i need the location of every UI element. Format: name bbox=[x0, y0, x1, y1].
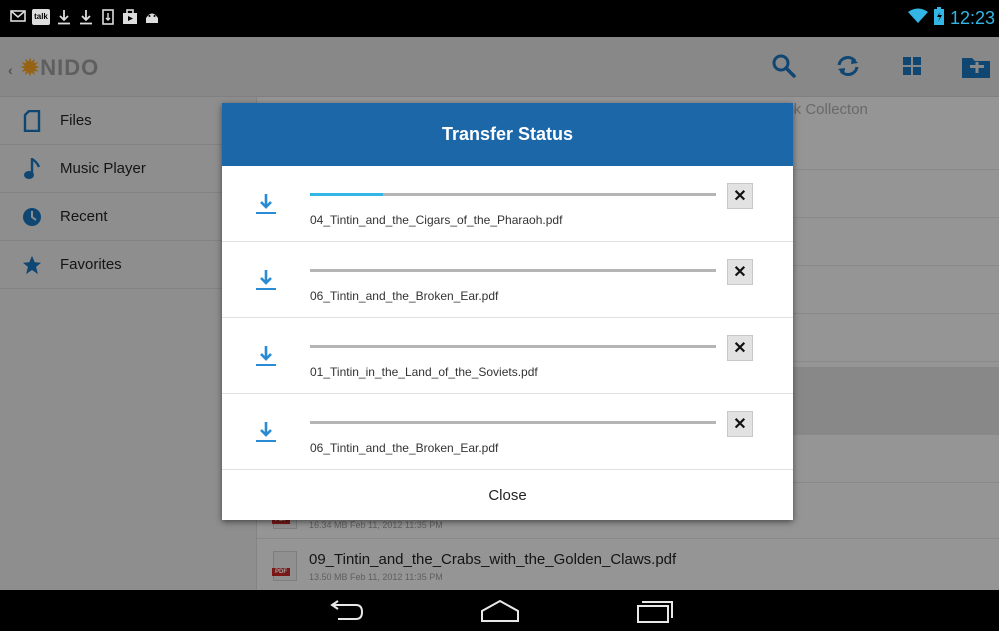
transfer-item: 06_Tintin_and_the_Broken_Ear.pdf ✕ bbox=[222, 394, 793, 470]
status-right: 12:23 bbox=[907, 6, 995, 30]
progress-bar bbox=[310, 421, 716, 424]
android-icon bbox=[144, 9, 160, 25]
transfer-status-dialog: Transfer Status 04_Tintin_and_the_Cigars… bbox=[222, 103, 793, 520]
briefcase-icon bbox=[122, 9, 138, 25]
download-icon bbox=[78, 9, 94, 25]
navigation-bar bbox=[0, 590, 999, 631]
gmail-icon bbox=[10, 9, 26, 25]
progress-fill bbox=[310, 193, 384, 196]
download-icon bbox=[254, 268, 278, 292]
wifi-icon bbox=[907, 8, 928, 29]
transfer-filename: 06_Tintin_and_the_Broken_Ear.pdf bbox=[310, 289, 499, 303]
dialog-header: Transfer Status bbox=[222, 103, 793, 166]
recent-apps-icon[interactable] bbox=[632, 597, 676, 625]
talk-icon: talk bbox=[32, 9, 50, 25]
close-button[interactable]: Close bbox=[222, 470, 793, 520]
download-icon bbox=[254, 420, 278, 444]
sd-icon bbox=[100, 9, 116, 25]
status-bar: talk 12:23 bbox=[0, 0, 999, 37]
cancel-transfer-button[interactable]: ✕ bbox=[727, 411, 753, 437]
transfer-filename: 04_Tintin_and_the_Cigars_of_the_Pharaoh.… bbox=[310, 213, 563, 227]
cancel-transfer-button[interactable]: ✕ bbox=[727, 335, 753, 361]
notification-icons: talk bbox=[10, 9, 160, 25]
download-icon bbox=[56, 9, 72, 25]
cancel-transfer-button[interactable]: ✕ bbox=[727, 259, 753, 285]
progress-bar bbox=[310, 345, 716, 348]
clock: 12:23 bbox=[949, 8, 995, 28]
home-icon[interactable] bbox=[478, 597, 522, 625]
progress-bar bbox=[310, 193, 716, 196]
download-icon bbox=[254, 192, 278, 216]
dialog-footer: Close bbox=[222, 470, 793, 520]
cancel-transfer-button[interactable]: ✕ bbox=[727, 183, 753, 209]
dialog-title: Transfer Status bbox=[441, 124, 574, 144]
transfer-filename: 06_Tintin_and_the_Broken_Ear.pdf bbox=[310, 441, 499, 455]
transfer-item: 01_Tintin_in_the_Land_of_the_Soviets.pdf… bbox=[222, 318, 793, 394]
transfer-item: 06_Tintin_and_the_Broken_Ear.pdf ✕ bbox=[222, 242, 793, 318]
download-icon bbox=[254, 344, 278, 368]
screen: talk 12:23 ‹ ✹NIDO Files Music Player Re… bbox=[0, 0, 999, 631]
transfer-item: 04_Tintin_and_the_Cigars_of_the_Pharaoh.… bbox=[222, 166, 793, 242]
back-icon[interactable] bbox=[324, 597, 368, 625]
progress-bar bbox=[310, 269, 716, 272]
transfer-filename: 01_Tintin_in_the_Land_of_the_Soviets.pdf bbox=[310, 365, 538, 379]
battery-icon bbox=[933, 6, 944, 30]
